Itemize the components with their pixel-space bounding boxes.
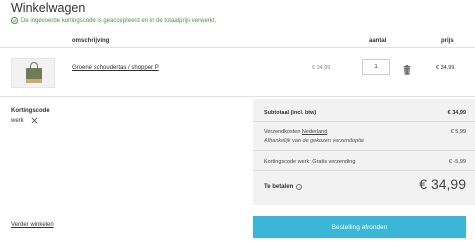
row-price: € 34,99 bbox=[436, 65, 455, 71]
shipping-label: Verzendkosten bbox=[264, 129, 301, 135]
discount-summary-row: Kortingscode werk: Gratis verzending € -… bbox=[264, 159, 466, 165]
total-label-row: Te betalen i bbox=[264, 184, 303, 190]
discount-label: Kortingscode bbox=[11, 108, 50, 114]
subtotal-row: Subtotaal (incl. btw) € 34,99 bbox=[264, 110, 466, 116]
header-description: omschrijving bbox=[72, 38, 110, 44]
subtotal-label: Subtotaal (incl. btw) bbox=[264, 110, 317, 116]
continue-shopping-link[interactable]: Verder winkelen bbox=[11, 222, 54, 228]
shipping-row: Verzendkosten Nederland € 5,99 bbox=[264, 129, 466, 135]
shipping-note: Afhankelijk van de gekozen verzendoptie bbox=[264, 138, 364, 144]
header-price: prijs bbox=[441, 38, 454, 44]
table-header: omschrijving aantal prijs bbox=[0, 35, 475, 48]
divider bbox=[253, 170, 475, 171]
trash-icon[interactable] bbox=[403, 62, 411, 75]
checkout-button[interactable]: Bestelling afronden bbox=[253, 216, 466, 238]
order-summary: Subtotaal (incl. btw) € 34,99 Verzendkos… bbox=[253, 99, 475, 205]
bag-bottom bbox=[26, 79, 42, 83]
subtotal-value: € 34,99 bbox=[447, 110, 466, 116]
close-icon[interactable] bbox=[31, 117, 38, 124]
divider bbox=[253, 121, 475, 122]
success-notice: De ingevoerde kortingscode is geacceptee… bbox=[11, 17, 216, 24]
discount-code-row: werk bbox=[11, 117, 50, 124]
product-link[interactable]: Groene schoudertas / shopper P bbox=[72, 65, 159, 71]
unit-price: € 34,99 bbox=[312, 65, 331, 71]
discount-section: Kortingscode werk bbox=[11, 108, 50, 124]
divider bbox=[253, 150, 475, 151]
discount-summary-label: Kortingscode werk: Gratis verzending bbox=[264, 159, 356, 165]
discount-code: werk bbox=[11, 117, 24, 124]
notice-text: De ingevoerde kortingscode is geacceptee… bbox=[21, 17, 217, 24]
cart-row: Groene schoudertas / shopper P € 34,99 €… bbox=[0, 49, 475, 97]
quantity-input[interactable] bbox=[362, 59, 390, 75]
shipping-country-link[interactable]: Nederland bbox=[302, 129, 327, 135]
product-image[interactable] bbox=[11, 58, 55, 88]
total-value: € 34,99 bbox=[419, 176, 466, 192]
shipping-value: € 5,99 bbox=[450, 129, 466, 135]
header-quantity: aantal bbox=[369, 38, 387, 44]
info-icon[interactable]: i bbox=[296, 184, 303, 190]
discount-summary-value: € -5,99 bbox=[448, 159, 466, 165]
total-label: Te betalen bbox=[264, 184, 294, 190]
page-title: Winkelwagen bbox=[11, 1, 86, 15]
check-circle-icon bbox=[11, 17, 18, 24]
